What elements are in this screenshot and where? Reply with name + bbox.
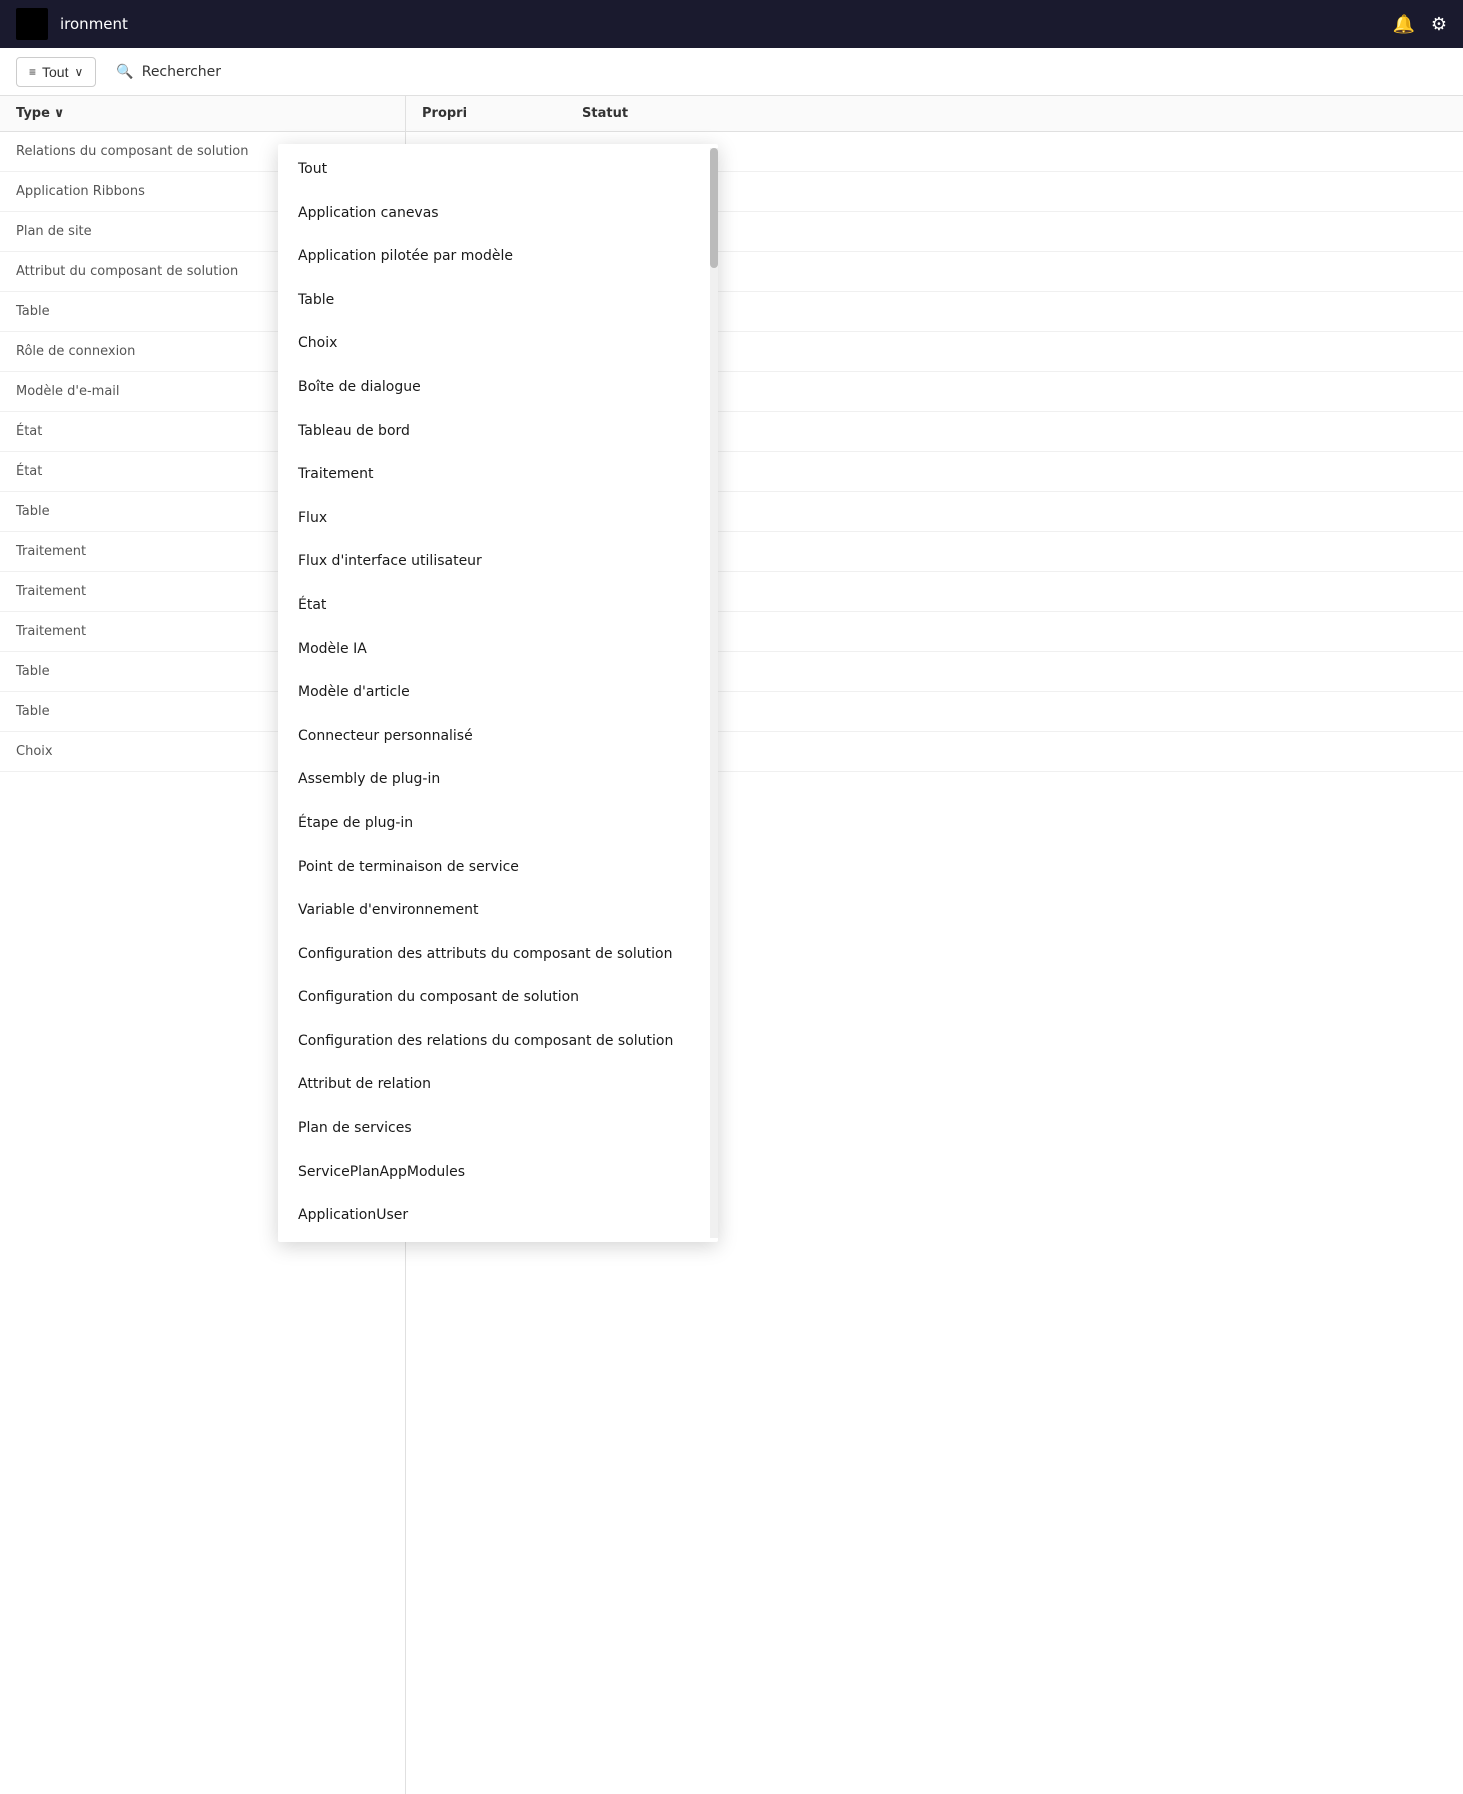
dropdown-menu: ToutApplication canevasApplication pilot… (278, 144, 718, 1242)
dropdown-item[interactable]: Traitement (278, 453, 718, 497)
dropdown-item[interactable]: Configuration du composant de solution (278, 976, 718, 1020)
app-header: ironment 🔔 ⚙ (0, 0, 1463, 48)
bell-icon[interactable]: 🔔 (1392, 14, 1414, 35)
toolbar: ≡ Tout ∨ 🔍 Rechercher (0, 48, 1463, 96)
app-logo (16, 8, 48, 40)
dropdown-item[interactable]: Boîte de dialogue (278, 366, 718, 410)
dropdown-item[interactable]: Variable d'environnement (278, 889, 718, 933)
propri-header: Propri (422, 106, 582, 121)
type-header-label: Type ∨ (16, 106, 64, 121)
dropdown-item[interactable]: Point de terminaison de service (278, 846, 718, 890)
settings-icon[interactable]: ⚙ (1431, 14, 1447, 35)
dropdown-item[interactable]: Étape de plug-in (278, 802, 718, 846)
dropdown-item[interactable]: Table (278, 279, 718, 323)
search-icon: 🔍 (116, 64, 133, 80)
header-title: ironment (60, 15, 128, 33)
dropdown-item[interactable]: Application canevas (278, 192, 718, 236)
dropdown-item[interactable]: Tout (278, 148, 718, 192)
search-button[interactable]: 🔍 Rechercher (104, 58, 233, 86)
dropdown-item[interactable]: Assembly de plug-in (278, 758, 718, 802)
filter-label: Tout (42, 64, 68, 80)
scrollbar-track[interactable] (710, 148, 718, 1238)
dropdown-item[interactable]: Attribut de relation (278, 1063, 718, 1107)
dropdown-item[interactable]: Configuration des relations du composant… (278, 1020, 718, 1064)
search-label: Rechercher (142, 64, 221, 80)
dropdown-item[interactable]: Modèle d'article (278, 671, 718, 715)
dropdown-item[interactable]: État (278, 584, 718, 628)
dropdown-item[interactable]: Plan de services (278, 1107, 718, 1151)
statut-header: Statut (582, 106, 742, 121)
dropdown-item[interactable]: Configuration des attributs du composant… (278, 933, 718, 977)
dropdown-item[interactable]: Application pilotée par modèle (278, 235, 718, 279)
dropdown-item[interactable]: ApplicationUser (278, 1194, 718, 1238)
chevron-down-icon: ∨ (74, 65, 83, 79)
scrollbar-thumb[interactable] (710, 148, 718, 268)
filter-button[interactable]: ≡ Tout ∨ (16, 57, 96, 87)
header-left: ironment (16, 8, 128, 40)
type-chevron-icon: ∨ (54, 106, 65, 121)
dropdown-item[interactable]: Tableau de bord (278, 410, 718, 454)
right-column-headers: Propri Statut (406, 96, 1463, 132)
dropdown-item[interactable]: Connecteur personnalisé (278, 715, 718, 759)
dropdown-item[interactable]: Flux d'interface utilisateur (278, 540, 718, 584)
dropdown-item[interactable]: Flux (278, 497, 718, 541)
main-container: Type ∨ Relations du composant de solutio… (0, 96, 1463, 1794)
header-right: 🔔 ⚙ (1392, 14, 1447, 35)
filter-icon: ≡ (29, 65, 36, 79)
dropdown-item[interactable]: Choix (278, 322, 718, 366)
dropdown-item[interactable]: ServicePlanAppModules (278, 1151, 718, 1195)
dropdown-items-container: ToutApplication canevasApplication pilot… (278, 148, 718, 1238)
dropdown-item[interactable]: Modèle IA (278, 628, 718, 672)
type-column-header: Type ∨ (0, 96, 405, 132)
